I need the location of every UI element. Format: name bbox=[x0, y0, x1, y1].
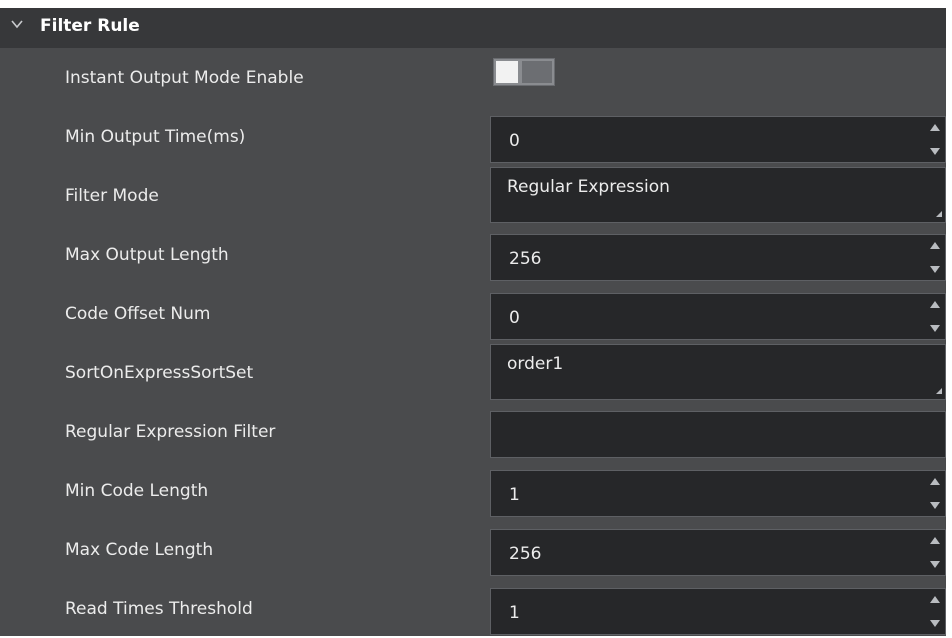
filter-mode-select[interactable]: Regular Expression bbox=[490, 167, 946, 223]
spin-down-icon[interactable] bbox=[930, 148, 940, 155]
code-offset-num-input[interactable]: 0 bbox=[490, 293, 946, 340]
section-header[interactable]: Filter Rule bbox=[0, 8, 946, 48]
spin-up-icon[interactable] bbox=[930, 242, 940, 249]
spin-down-icon[interactable] bbox=[930, 561, 940, 568]
max-code-length-label: Max Code Length bbox=[65, 539, 214, 560]
max-output-length-input[interactable]: 256 bbox=[490, 234, 946, 281]
resize-grip-icon bbox=[936, 211, 942, 217]
row-max-output-length: Max Output Length 256 bbox=[0, 225, 946, 284]
code-offset-num-spinner[interactable] bbox=[925, 294, 945, 339]
max-code-length-input[interactable]: 256 bbox=[490, 529, 946, 576]
read-times-threshold-value: 1 bbox=[509, 603, 520, 623]
min-code-length-label: Min Code Length bbox=[65, 480, 209, 501]
row-sort-set: SortOnExpressSortSet order1 bbox=[0, 343, 946, 402]
filter-mode-value: Regular Expression bbox=[507, 177, 670, 197]
regex-filter-label: Regular Expression Filter bbox=[65, 421, 276, 442]
spin-up-icon[interactable] bbox=[930, 537, 940, 544]
min-output-time-input[interactable]: 0 bbox=[490, 116, 946, 163]
read-times-threshold-label: Read Times Threshold bbox=[65, 598, 253, 619]
row-read-times-threshold: Read Times Threshold 1 bbox=[0, 579, 946, 638]
code-offset-num-value: 0 bbox=[509, 308, 520, 328]
sort-set-select[interactable]: order1 bbox=[490, 344, 946, 400]
min-code-length-input[interactable]: 1 bbox=[490, 470, 946, 517]
chevron-down-icon[interactable] bbox=[10, 17, 24, 31]
filter-mode-label: Filter Mode bbox=[65, 185, 159, 206]
min-output-time-value: 0 bbox=[509, 131, 520, 151]
row-instant-output: Instant Output Mode Enable bbox=[0, 48, 946, 107]
spin-up-icon[interactable] bbox=[930, 301, 940, 308]
read-times-threshold-input[interactable]: 1 bbox=[490, 588, 946, 635]
read-times-threshold-spinner[interactable] bbox=[925, 589, 945, 634]
code-offset-num-label: Code Offset Num bbox=[65, 303, 211, 324]
row-code-offset-num: Code Offset Num 0 bbox=[0, 284, 946, 343]
max-code-length-spinner[interactable] bbox=[925, 530, 945, 575]
toggle-track bbox=[522, 61, 552, 83]
spin-up-icon[interactable] bbox=[930, 124, 940, 131]
row-max-code-length: Max Code Length 256 bbox=[0, 520, 946, 579]
spin-up-icon[interactable] bbox=[930, 596, 940, 603]
sort-set-label: SortOnExpressSortSet bbox=[65, 362, 254, 383]
row-regex-filter: Regular Expression Filter bbox=[0, 402, 946, 461]
instant-output-toggle[interactable] bbox=[493, 58, 555, 86]
sort-set-value: order1 bbox=[507, 354, 564, 374]
row-min-output-time: Min Output Time(ms) 0 bbox=[0, 107, 946, 166]
instant-output-label: Instant Output Mode Enable bbox=[65, 67, 304, 88]
spin-down-icon[interactable] bbox=[930, 502, 940, 509]
toggle-knob bbox=[496, 61, 518, 83]
spin-up-icon[interactable] bbox=[930, 478, 940, 485]
max-code-length-value: 256 bbox=[509, 544, 542, 564]
min-output-time-label: Min Output Time(ms) bbox=[65, 126, 246, 147]
min-output-time-spinner[interactable] bbox=[925, 117, 945, 162]
max-output-length-label: Max Output Length bbox=[65, 244, 229, 265]
regex-filter-input[interactable] bbox=[490, 411, 946, 458]
min-code-length-spinner[interactable] bbox=[925, 471, 945, 516]
filter-rule-panel: Filter Rule Instant Output Mode Enable M… bbox=[0, 8, 946, 636]
max-output-length-spinner[interactable] bbox=[925, 235, 945, 280]
min-code-length-value: 1 bbox=[509, 485, 520, 505]
row-min-code-length: Min Code Length 1 bbox=[0, 461, 946, 520]
spin-down-icon[interactable] bbox=[930, 266, 940, 273]
spin-down-icon[interactable] bbox=[930, 325, 940, 332]
section-title: Filter Rule bbox=[40, 16, 140, 36]
spin-down-icon[interactable] bbox=[930, 620, 940, 627]
max-output-length-value: 256 bbox=[509, 249, 542, 269]
row-filter-mode: Filter Mode Regular Expression bbox=[0, 166, 946, 225]
resize-grip-icon bbox=[936, 388, 942, 394]
